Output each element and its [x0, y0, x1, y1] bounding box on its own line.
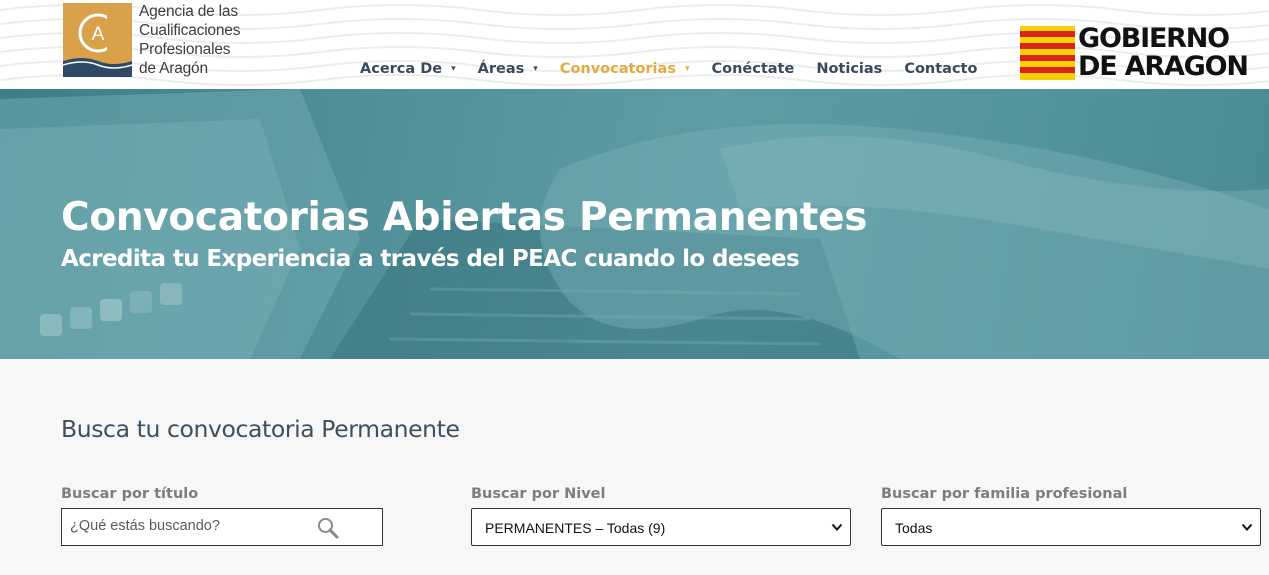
caret-down-icon: ▾	[684, 64, 690, 74]
nav-label: Acerca De	[360, 61, 443, 77]
chevron-down-icon	[831, 523, 843, 531]
gobierno-line: GOBIERNO	[1078, 23, 1230, 54]
hero-title: Convocatorias Abiertas Permanentes	[61, 195, 868, 240]
nav-conectate[interactable]: Conéctate	[711, 61, 794, 77]
family-select-value: Todas	[895, 520, 933, 536]
site-header: A Agencia de las Cualificaciones Profesi…	[0, 0, 1269, 89]
logo-letter: A	[92, 24, 105, 45]
title-filter-label: Buscar por título	[61, 486, 199, 502]
caret-down-icon: ▾	[451, 64, 456, 74]
search-section-title: Busca tu convocatoria Permanente	[61, 415, 460, 443]
gobierno-line: DE ARAGON	[1078, 51, 1249, 82]
nav-label: Conéctate	[711, 61, 795, 77]
agency-name-line: Profesionales	[139, 41, 231, 58]
nav-label: Convocatorias	[559, 61, 676, 77]
hero-banner: Convocatorias Abiertas Permanentes Acred…	[0, 89, 1269, 359]
agency-name-line: Cualificaciones	[139, 22, 241, 39]
agency-name[interactable]: Agencia de las Cualificaciones Profesion…	[139, 2, 269, 78]
agency-logo-icon: A	[62, 3, 133, 77]
title-search-box	[61, 508, 383, 546]
agency-name-line: Agencia de las	[139, 3, 238, 20]
nav-noticias[interactable]: Noticias	[816, 61, 882, 77]
nav-label: Áreas	[477, 61, 525, 77]
gobierno-text: GOBIERNO DE ARAGON	[1078, 23, 1249, 82]
hero-subtitle: Acredita tu Experiencia a través del PEA…	[61, 246, 800, 272]
nav-contacto[interactable]: Contacto	[904, 61, 977, 77]
nav-convocatorias[interactable]: Convocatorias ▾	[560, 61, 690, 77]
caret-down-icon: ▾	[533, 64, 538, 74]
agency-logo[interactable]: A	[62, 3, 133, 77]
aragon-flag-icon	[1020, 26, 1075, 80]
family-filter-label: Buscar por familia profesional	[881, 486, 1128, 502]
family-select[interactable]: Todas	[881, 508, 1261, 546]
nav-areas[interactable]: Áreas ▾	[478, 61, 538, 77]
level-filter-label: Buscar por Nivel	[471, 486, 606, 502]
nav-acerca-de[interactable]: Acerca De ▾	[360, 61, 456, 77]
nav-label: Contacto	[904, 61, 978, 77]
gobierno-aragon-logo[interactable]: GOBIERNO DE ARAGON	[1020, 23, 1269, 82]
main-nav: Acerca De ▾ Áreas ▾ Convocatorias ▾ Coné…	[360, 59, 999, 79]
title-search-input[interactable]	[70, 518, 320, 534]
search-icon[interactable]	[317, 517, 339, 539]
agency-name-line: de Aragón	[139, 60, 208, 77]
level-select[interactable]: PERMANENTES – Todas (9)	[471, 508, 851, 546]
level-select-value: PERMANENTES – Todas (9)	[485, 520, 666, 536]
chevron-down-icon	[1241, 523, 1253, 531]
nav-label: Noticias	[816, 61, 883, 77]
